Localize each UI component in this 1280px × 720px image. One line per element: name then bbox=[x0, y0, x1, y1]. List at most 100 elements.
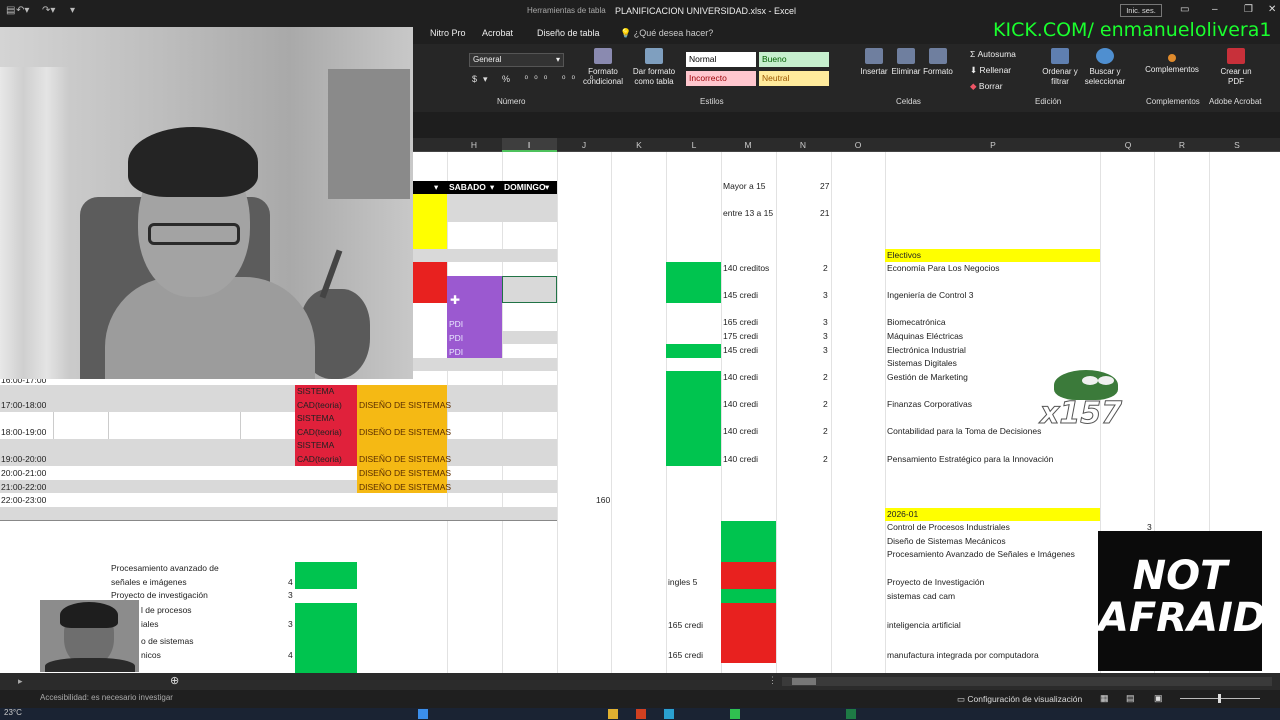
tab-nitro-pro[interactable]: Nitro Pro bbox=[430, 28, 466, 38]
undo-icon[interactable]: ↶▾ bbox=[16, 5, 29, 16]
electivo-item: Pensamiento Estratégico para la Innovaci… bbox=[887, 454, 1054, 464]
find-select-button[interactable]: Buscar y seleccionar bbox=[1080, 48, 1130, 87]
save-icon[interactable]: ▤ bbox=[6, 5, 15, 16]
minimize-icon[interactable]: – bbox=[1212, 4, 1218, 15]
electivo-item: Ingeniería de Control 3 bbox=[887, 290, 974, 300]
credit-label: 165 credi bbox=[668, 650, 703, 660]
add-sheet-icon[interactable]: ⊕ bbox=[170, 674, 179, 687]
scrollbar-thumb[interactable] bbox=[792, 678, 816, 685]
style-bueno[interactable]: Bueno bbox=[759, 52, 829, 67]
filter-dropdown-icon[interactable]: ▾ bbox=[545, 182, 549, 193]
page-layout-icon[interactable]: ▤ bbox=[1126, 693, 1135, 704]
scroll-left-icon[interactable]: ▸ bbox=[18, 676, 23, 687]
col-header-s[interactable]: S bbox=[1229, 140, 1245, 150]
page-break-icon[interactable]: ▣ bbox=[1154, 693, 1163, 704]
taskbar-app-icon[interactable] bbox=[608, 709, 618, 719]
tab-diseno-de-tabla[interactable]: Diseño de tabla bbox=[537, 28, 600, 38]
maximize-icon[interactable]: ❐ bbox=[1244, 4, 1253, 15]
col-header-m[interactable]: M bbox=[740, 140, 756, 150]
stat-label: entre 13 a 15 bbox=[723, 208, 774, 218]
diseno-cell: DISEÑO DE SISTEMAS bbox=[359, 427, 452, 437]
style-incorrecto[interactable]: Incorrecto bbox=[686, 71, 756, 86]
number-format-dropdown[interactable]: General ▾ bbox=[469, 53, 564, 67]
pdi-cell: PDI bbox=[449, 319, 464, 329]
style-normal-label: Normal bbox=[689, 54, 717, 64]
windows-start-icon[interactable] bbox=[418, 709, 428, 719]
col-header-p[interactable]: P bbox=[985, 140, 1001, 150]
accessibility-status[interactable]: Accesibilidad: es necesario investigar bbox=[40, 693, 173, 702]
gridline bbox=[502, 152, 503, 673]
taskbar-app-icon[interactable] bbox=[664, 709, 674, 719]
create-pdf-button[interactable]: Crear un PDF bbox=[1214, 48, 1258, 87]
header-sabado[interactable]: SABADO bbox=[449, 182, 486, 193]
sheet-tabs-bar: ▸ ⊕ ⋮ bbox=[0, 673, 1280, 690]
excel-window: { "window": { "title": "PLANIFICACION UN… bbox=[0, 0, 1280, 720]
gridline bbox=[885, 152, 886, 673]
number-format-buttons[interactable]: $▾ % ⁰⁰⁰ ⁰⁰ ⁰ bbox=[472, 74, 599, 85]
autosum-button[interactable]: Σ Autosuma bbox=[970, 49, 1016, 59]
col-header-i[interactable]: I bbox=[521, 140, 537, 150]
credit-count: 3 bbox=[823, 317, 828, 327]
gridline bbox=[447, 152, 448, 673]
green-block bbox=[721, 521, 776, 562]
credit-label: 140 creditos bbox=[723, 263, 770, 273]
format-label: Formato bbox=[923, 67, 953, 76]
diseno-cell: DISEÑO DE SISTEMAS bbox=[359, 468, 452, 478]
credit-count: 3 bbox=[823, 345, 828, 355]
webcam-curtain bbox=[0, 67, 70, 379]
normal-view-icon[interactable]: ▦ bbox=[1100, 693, 1109, 704]
selected-cell[interactable] bbox=[502, 276, 557, 303]
ribbon-display-icon[interactable]: ▭ bbox=[1180, 4, 1189, 15]
col-header-k[interactable]: K bbox=[631, 140, 647, 150]
group-label-number: Número bbox=[497, 97, 526, 106]
tell-me-search[interactable]: 💡 ¿Qué desea hacer? bbox=[620, 28, 713, 39]
course-credits: 4 bbox=[288, 650, 293, 660]
pdi-cell: PDI bbox=[449, 333, 464, 343]
col-header-n[interactable]: N bbox=[795, 140, 811, 150]
tab-acrobat[interactable]: Acrobat bbox=[482, 28, 513, 38]
insert-button[interactable]: Insertar bbox=[857, 48, 891, 77]
style-neutral[interactable]: Neutral bbox=[759, 71, 829, 86]
filter-dropdown-icon[interactable]: ▾ bbox=[490, 182, 494, 193]
header-domingo[interactable]: DOMINGO bbox=[504, 182, 548, 193]
credit-label: 140 credi bbox=[723, 399, 758, 409]
green-block bbox=[295, 562, 357, 589]
redo-icon[interactable]: ↷▾ bbox=[42, 5, 55, 16]
excel-taskbar-icon[interactable] bbox=[846, 709, 856, 719]
conditional-format-button[interactable]: Formato condicional bbox=[583, 48, 623, 87]
close-icon[interactable]: ✕ bbox=[1268, 4, 1276, 15]
customize-icon[interactable]: ▾ bbox=[70, 5, 75, 16]
fill-button[interactable]: ⬇ Rellenar bbox=[970, 65, 1011, 76]
col-header-q[interactable]: Q bbox=[1120, 140, 1136, 150]
cursor-move-icon: ✚ bbox=[450, 293, 461, 307]
col-header-o[interactable]: O bbox=[850, 140, 866, 150]
col-header-l[interactable]: L bbox=[686, 140, 702, 150]
sign-in-button[interactable]: Inic. ses. bbox=[1120, 4, 1162, 17]
weather-temp[interactable]: 23°C bbox=[4, 708, 22, 717]
format-button[interactable]: Formato bbox=[921, 48, 955, 77]
col-header-r[interactable]: R bbox=[1174, 140, 1190, 150]
delete-button[interactable]: Eliminar bbox=[889, 48, 923, 77]
time-cell: 22:00-23:00 bbox=[1, 495, 47, 505]
horizontal-scrollbar[interactable] bbox=[782, 677, 1272, 686]
table-style-icon bbox=[645, 48, 663, 64]
frog-eye bbox=[1082, 376, 1098, 385]
col-header-h[interactable]: H bbox=[466, 140, 482, 150]
format-as-table-button[interactable]: Dar formato como tabla bbox=[630, 48, 678, 87]
more-options-icon[interactable]: ⋮ bbox=[768, 675, 777, 686]
taskbar-app-icon[interactable] bbox=[636, 709, 646, 719]
sort-filter-button[interactable]: Ordenar y filtrar bbox=[1040, 48, 1080, 87]
addins-button[interactable]: Complementos bbox=[1142, 48, 1202, 75]
autosum-label: Autosuma bbox=[977, 49, 1016, 59]
style-normal[interactable]: Normal bbox=[686, 52, 756, 67]
taskbar-app-icon[interactable] bbox=[730, 709, 740, 719]
addins-label: Complementos bbox=[1145, 65, 1199, 74]
window-title: PLANIFICACION UNIVERSIDAD.xlsx - Excel bbox=[615, 6, 797, 16]
insert-label: Insertar bbox=[860, 67, 888, 76]
clear-button[interactable]: ◆ Borrar bbox=[970, 81, 1003, 92]
zoom-slider-thumb[interactable] bbox=[1218, 694, 1221, 703]
zoom-slider[interactable] bbox=[1180, 694, 1260, 703]
display-settings-button[interactable]: ▭ Configuración de visualización bbox=[957, 694, 1082, 705]
filter-dropdown-icon[interactable]: ▾ bbox=[434, 182, 438, 193]
col-header-j[interactable]: J bbox=[576, 140, 592, 150]
